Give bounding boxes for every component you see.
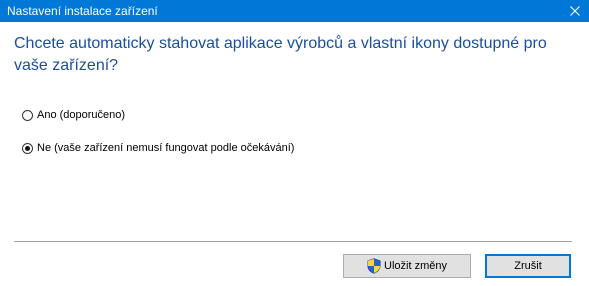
cancel-button[interactable]: Zrušit (485, 254, 571, 278)
question-heading: Chcete automaticky stahovat aplikace výr… (14, 35, 547, 74)
radio-yes[interactable] (22, 109, 33, 121)
option-no-label: Ne (vaše zařízení nemusí fungovat podle … (37, 142, 295, 154)
separator (14, 241, 572, 242)
window-title: Nastavení instalace zařízení (7, 4, 158, 18)
close-button[interactable] (561, 0, 589, 22)
radio-no[interactable] (22, 142, 33, 154)
option-no[interactable]: Ne (vaše zařízení nemusí fungovat podle … (22, 140, 294, 156)
title-bar: Nastavení instalace zařízení (0, 0, 589, 22)
save-changes-button[interactable]: Uložit změny (343, 254, 471, 278)
cancel-label: Zrušit (514, 260, 542, 272)
option-yes-label: Ano (doporučeno) (37, 109, 126, 121)
close-icon (570, 6, 580, 16)
uac-shield-icon (367, 258, 381, 274)
save-changes-label: Uložit změny (384, 260, 447, 272)
option-yes[interactable]: Ano (doporučeno) (22, 107, 125, 123)
